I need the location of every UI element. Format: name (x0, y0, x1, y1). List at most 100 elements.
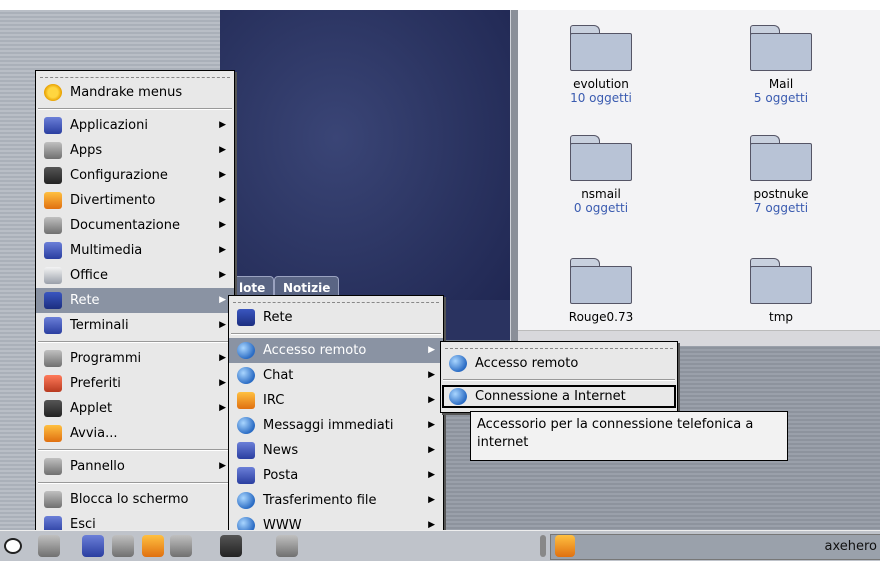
menu-item-multimedia[interactable]: Multimedia ▶ (36, 238, 234, 263)
folder-name: postnuke (753, 187, 809, 201)
menu-item-trasferimento-file[interactable]: Trasferimento file ▶ (229, 488, 443, 513)
submenu-arrow-icon: ▶ (219, 170, 226, 180)
menu-item-label: Divertimento (70, 193, 156, 208)
submenu-header-accesso-remoto[interactable]: Accesso remoto (441, 351, 677, 376)
submenu-arrow-icon: ▶ (428, 395, 435, 405)
folder-count: 7 oggetti (753, 201, 809, 215)
menu-item-applet[interactable]: Applet ▶ (36, 396, 234, 421)
submenu-header-rete[interactable]: Rete (229, 305, 443, 330)
folder-rouge[interactable]: Rouge0.73 (526, 258, 676, 324)
remote-access-icon (237, 342, 255, 359)
menu-item-posta[interactable]: Posta ▶ (229, 463, 443, 488)
menu-item-programmi[interactable]: Programmi ▶ (36, 346, 234, 371)
menu-item-documentazione[interactable]: Documentazione ▶ (36, 213, 234, 238)
programs-icon (44, 350, 62, 367)
menu-item-divertimento[interactable]: Divertimento ▶ (36, 188, 234, 213)
editor-launcher-icon[interactable] (112, 535, 134, 557)
folder-nsmail[interactable]: nsmail 0 oggetti (526, 135, 676, 215)
mail-icon (237, 467, 255, 484)
folder-icon (750, 258, 812, 304)
submenu-arrow-icon: ▶ (428, 445, 435, 455)
taskbar-task[interactable]: axehero (550, 534, 880, 560)
menu-item-label: Pannello (70, 459, 125, 474)
menu-item-blocca[interactable]: Blocca lo schermo (36, 487, 234, 512)
lock-screen-icon (44, 491, 62, 508)
menu-item-label: Terminali (70, 318, 129, 333)
mozilla-launcher-icon[interactable] (142, 535, 164, 557)
folder-postnuke[interactable]: postnuke 7 oggetti (706, 135, 856, 215)
menu-header-mandrake[interactable]: Mandrake menus (36, 80, 234, 105)
folder-name: Rouge0.73 (568, 310, 634, 324)
irc-icon (237, 392, 255, 409)
folder-count: 0 oggetti (573, 201, 629, 215)
menu-item-office[interactable]: Office ▶ (36, 263, 234, 288)
menu-item-apps[interactable]: Apps ▶ (36, 138, 234, 163)
folder-name: Mail (768, 77, 794, 91)
folder-icon (750, 25, 812, 71)
menu-item-applicazioni[interactable]: Applicazioni ▶ (36, 113, 234, 138)
remote-access-icon (449, 355, 467, 372)
folder-evolution[interactable]: evolution 10 oggetti (526, 25, 676, 105)
menu-item-rete[interactable]: Rete ▶ (36, 288, 234, 313)
folder-tmp[interactable]: tmp (706, 258, 856, 324)
submenu-arrow-icon: ▶ (428, 470, 435, 480)
folder-name: tmp (768, 310, 793, 324)
menu-separator (38, 108, 232, 110)
menu-item-news[interactable]: News ▶ (229, 438, 443, 463)
apps-icon (44, 142, 62, 159)
tearoff-line[interactable] (40, 71, 230, 78)
workspace-icon[interactable] (220, 535, 242, 557)
folder-icon (570, 258, 632, 304)
menu-item-label: Apps (70, 143, 103, 158)
instant-messaging-icon (237, 417, 255, 434)
submenu-arrow-icon: ▶ (219, 120, 226, 130)
menu-item-label: Posta (263, 468, 299, 483)
main-menu-icon[interactable] (38, 535, 60, 557)
menu-item-label: Office (70, 268, 108, 283)
menu-item-connessione-internet[interactable]: Connessione a Internet (441, 384, 677, 409)
tearoff-line[interactable] (445, 342, 673, 349)
submenu-arrow-icon: ▶ (219, 270, 226, 280)
menu-item-irc[interactable]: IRC ▶ (229, 388, 443, 413)
network-icon (237, 309, 255, 326)
folder-name: evolution (573, 77, 629, 91)
menu-item-label: Blocca lo schermo (70, 492, 189, 507)
menu-item-configurazione[interactable]: Configurazione ▶ (36, 163, 234, 188)
star-icon (44, 84, 62, 101)
folder-count: 10 oggetti (570, 91, 632, 105)
menu-separator (38, 341, 232, 343)
terminal-launcher-icon[interactable] (82, 535, 104, 557)
trash-launcher-icon[interactable] (276, 535, 298, 557)
menu-item-avvia[interactable]: Avvia... (36, 421, 234, 446)
top-strip (0, 0, 880, 10)
menu-item-label: Preferiti (70, 376, 121, 391)
tasklist-handle[interactable] (540, 535, 546, 557)
menu-item-label: Trasferimento file (263, 493, 377, 508)
menu-item-accesso-remoto[interactable]: Accesso remoto ▶ (229, 338, 443, 363)
menu-item-chat[interactable]: Chat ▶ (229, 363, 443, 388)
menu-item-label: Mandrake menus (70, 85, 183, 100)
folder-mail[interactable]: Mail 5 oggetti (706, 25, 856, 105)
submenu-arrow-icon: ▶ (219, 320, 226, 330)
menu-item-label: Rete (70, 293, 100, 308)
menu-item-pannello[interactable]: Pannello ▶ (36, 454, 234, 479)
tearoff-line[interactable] (233, 296, 439, 303)
menu-item-label: Documentazione (70, 218, 180, 233)
submenu-arrow-icon: ▶ (428, 420, 435, 430)
menu-item-label: Connessione a Internet (475, 389, 626, 404)
submenu-arrow-icon: ▶ (428, 495, 435, 505)
help-launcher-icon[interactable] (170, 535, 192, 557)
menu-item-preferiti[interactable]: Preferiti ▶ (36, 371, 234, 396)
panel-hide-icon[interactable] (4, 538, 22, 554)
menu-item-terminali[interactable]: Terminali ▶ (36, 313, 234, 338)
menu-item-label: Configurazione (70, 168, 168, 183)
menu-item-label: Accesso remoto (263, 343, 367, 358)
chat-icon (237, 367, 255, 384)
menu-item-label: Multimedia (70, 243, 143, 258)
menu-item-label: Applicazioni (70, 118, 148, 133)
menu-item-messaggi-immediati[interactable]: Messaggi immediati ▶ (229, 413, 443, 438)
tooltip-line-1: Accessorio per la connessione telefonica… (477, 417, 754, 432)
folder-icon (570, 135, 632, 181)
submenu-arrow-icon: ▶ (219, 403, 226, 413)
menu-item-label: Programmi (70, 351, 142, 366)
